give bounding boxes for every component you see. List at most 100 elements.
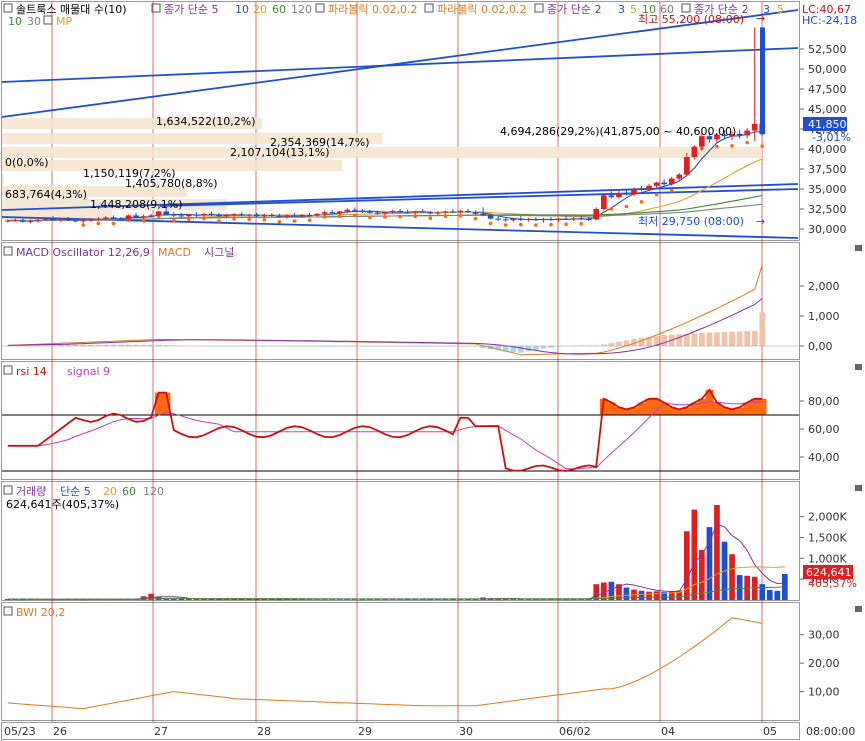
candle-body <box>238 214 245 216</box>
panel-close-icon[interactable] <box>855 485 862 491</box>
candle-body <box>72 220 79 222</box>
volume-current-pct: 405,37% <box>808 577 857 590</box>
ma-label: 종가 단순 5 <box>164 3 218 16</box>
parabolic-dot <box>232 217 236 221</box>
candle-body <box>95 218 102 220</box>
macd-osc-bar <box>676 334 683 346</box>
y-tick-label: 1,000K <box>808 552 847 565</box>
candle-body <box>442 211 449 213</box>
candle-body <box>570 218 577 220</box>
candle-body <box>653 182 660 186</box>
candle-body <box>525 219 532 220</box>
volume-bar <box>714 505 720 600</box>
candle-body <box>57 219 64 221</box>
candle-body <box>427 212 434 214</box>
low-arrow-icon: → <box>756 215 765 228</box>
parabolic-dot <box>247 217 251 222</box>
rsi-signal-label: signal 9 <box>67 365 110 378</box>
volume-bar <box>638 590 645 600</box>
parabolic-dot <box>81 223 85 227</box>
candle-body <box>601 195 607 209</box>
candle-body <box>548 219 554 220</box>
parabolic-dot <box>519 222 523 227</box>
parabolic-dot <box>292 219 297 223</box>
x-tick-label: 04 <box>661 725 675 738</box>
candle-body <box>155 211 162 216</box>
stock-chart: 1,634,522(10,2%)2,354,369(14,7%)4,694,28… <box>0 0 865 741</box>
volume-bar <box>766 590 773 600</box>
volume-ma-period: 120 <box>143 485 164 498</box>
rsi-fill-bar <box>645 398 654 415</box>
candle-body <box>533 219 539 221</box>
macd-label: MACD <box>158 246 191 259</box>
parabolic-dot <box>458 214 463 218</box>
parabolic-dot <box>503 223 508 227</box>
parabolic-dot <box>337 214 342 218</box>
macd-osc-bar <box>729 331 735 346</box>
candle-body <box>623 193 630 195</box>
line2-period: 10 <box>8 15 22 28</box>
candle-body <box>336 211 343 213</box>
change-percent: -3,01% <box>812 131 851 144</box>
candle-body <box>163 211 170 215</box>
candle-body <box>450 211 456 213</box>
candle-body <box>465 211 471 213</box>
macd-osc-bar <box>759 312 766 346</box>
y-tick-label: 40,000 <box>808 143 847 156</box>
y-tick-label: 37,500 <box>808 163 847 176</box>
parabolic-dot <box>564 222 568 226</box>
candle-body <box>563 218 569 220</box>
macd-osc-bar <box>744 331 750 346</box>
x-tick-label: 27 <box>154 725 168 738</box>
candle-body <box>585 219 592 220</box>
panel-close-icon[interactable] <box>855 245 862 251</box>
candle-body <box>133 215 139 217</box>
ma-period: 10 <box>235 3 249 16</box>
candle-body <box>457 211 464 213</box>
candle-body <box>65 219 71 221</box>
candle-body <box>125 215 132 220</box>
parabolic-dot <box>534 223 538 227</box>
candle-body <box>140 216 147 218</box>
rsi-fill-bar <box>750 398 759 415</box>
candle-body <box>487 215 494 219</box>
candle-body <box>110 217 117 219</box>
x-tick-label: 05 <box>763 725 777 738</box>
candle-body <box>367 211 373 213</box>
y-tick-label: 60,00 <box>808 423 840 436</box>
volume-ma-label: 단순 5 <box>60 485 91 498</box>
candle-body <box>269 215 275 216</box>
candle-spike <box>760 27 765 129</box>
y-tick-label: 35,000 <box>808 183 847 196</box>
parabolic-dot <box>383 215 387 219</box>
panel-close-icon[interactable] <box>855 606 862 612</box>
candle-body <box>284 215 290 217</box>
candle-body <box>148 215 154 217</box>
candle-body <box>374 212 381 214</box>
parabolic-dot <box>322 215 327 219</box>
macd-osc-bar <box>540 346 547 349</box>
parabolic-dot <box>730 144 734 148</box>
volume-profile-bar <box>2 147 762 158</box>
volume-bar <box>774 590 781 600</box>
parabolic-dot <box>579 222 583 226</box>
candle-body <box>744 130 750 136</box>
time-label: 08:00:00 <box>806 725 855 738</box>
parabolic-dot <box>353 213 357 218</box>
volume-profile-label: 1,405,780(8,8%) <box>125 177 218 190</box>
volume-bar <box>608 581 615 600</box>
parabolic-dot <box>549 222 553 227</box>
candle-body <box>638 189 645 190</box>
candle-body <box>608 195 615 197</box>
panel-close-icon[interactable] <box>855 364 862 370</box>
candle-body <box>495 218 501 220</box>
parabolic-dot <box>715 144 719 149</box>
candle-body <box>555 218 562 220</box>
candle-body <box>661 182 667 185</box>
parabolic-dot <box>639 200 644 204</box>
candle-body <box>27 221 34 222</box>
current-price: 41,850 <box>808 118 847 131</box>
volume-profile-bar <box>2 174 4 185</box>
y-tick-label: 1,000 <box>808 310 840 323</box>
y-tick-label: 0,00 <box>808 340 833 353</box>
